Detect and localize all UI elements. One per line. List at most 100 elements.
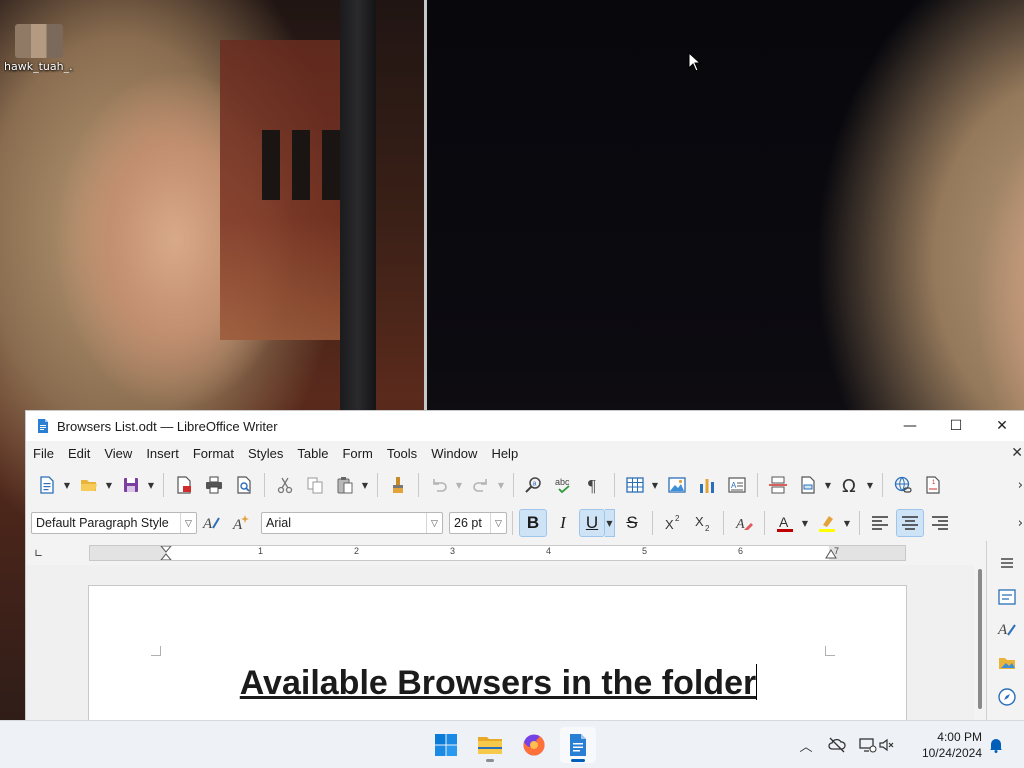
ruler-left-margin [90,546,166,560]
new-style-button[interactable]: A [228,509,256,537]
paragraph-style-combo[interactable]: Default Paragraph Style ▽ [31,512,197,534]
menu-view[interactable]: View [97,446,139,461]
align-left-button[interactable] [866,509,894,537]
close-document-icon[interactable]: ✕ [1011,445,1023,461]
menu-file[interactable]: File [26,446,61,461]
spelling-button[interactable]: abc [550,471,578,499]
close-button[interactable]: ✕ [979,411,1024,441]
menu-window[interactable]: Window [424,446,484,461]
chevron-down-icon[interactable]: ▽ [490,513,506,533]
insert-footnote-button[interactable]: 1 [919,471,947,499]
insert-image-button[interactable] [663,471,691,499]
sidebar-navigator-button[interactable] [995,685,1019,709]
special-character-dropdown-icon[interactable]: ▼ [865,481,875,490]
menu-tools[interactable]: Tools [380,446,424,461]
new-document-dropdown-icon[interactable]: ▼ [62,481,72,490]
sidebar-menu-button[interactable] [995,551,1019,575]
insert-hyperlink-button[interactable] [889,471,917,499]
desktop-file-icon[interactable]: hawk_tuah_... [4,24,74,73]
underline-dropdown-icon[interactable]: ▼ [605,509,615,537]
bold-button[interactable]: B [519,509,547,537]
toolbar-overflow-icon[interactable]: › [1018,478,1023,493]
undo-dropdown-icon[interactable]: ▼ [454,481,464,490]
right-indent-marker-icon[interactable] [825,548,837,560]
highlight-color-button[interactable] [813,509,841,537]
scrollbar-thumb[interactable] [978,569,982,709]
taskbar-clock[interactable]: 4:00 PM 10/24/2024 [922,729,982,761]
left-indent-marker-icon[interactable] [160,546,172,560]
redo-dropdown-icon[interactable]: ▼ [496,481,506,490]
minimize-button[interactable]: — [887,411,933,441]
file-explorer-taskbar-button[interactable] [472,727,508,763]
maximize-button[interactable]: ☐ [933,411,979,441]
highlight-dropdown-icon[interactable]: ▼ [842,519,852,528]
toolbar-overflow-icon[interactable]: › [1018,516,1023,531]
formatting-marks-button[interactable]: ¶ [580,471,608,499]
show-hidden-icons-chevron-up-icon[interactable]: ︿ [796,736,816,755]
redo-button[interactable] [467,471,495,499]
firefox-taskbar-button[interactable] [516,727,552,763]
open-button[interactable] [75,471,103,499]
update-style-button[interactable]: A [198,509,226,537]
print-preview-button[interactable] [230,471,258,499]
horizontal-ruler[interactable]: 1 2 3 4 5 6 7 [89,545,906,561]
insert-textbox-button[interactable]: A [723,471,751,499]
sidebar-styles-button[interactable]: A [995,617,1019,641]
open-dropdown-icon[interactable]: ▼ [104,481,114,490]
notifications-button[interactable] [988,737,1004,756]
font-name-combo[interactable]: Arial ▽ [261,512,443,534]
save-dropdown-icon[interactable]: ▼ [146,481,156,490]
menu-form[interactable]: Form [335,446,379,461]
insert-chart-button[interactable] [693,471,721,499]
tab-stop-selector-icon[interactable]: ∟ [34,547,43,560]
strikethrough-button[interactable]: S [618,509,646,537]
formatting-toolbar: Default Paragraph Style ▽ A A Arial ▽ 26… [26,505,1024,541]
cut-button[interactable] [271,471,299,499]
align-center-button[interactable] [896,509,924,537]
copy-button[interactable] [301,471,329,499]
new-document-button[interactable] [33,471,61,499]
chevron-down-icon[interactable]: ▽ [426,513,442,533]
network-icon[interactable] [858,736,878,754]
insert-table-button[interactable] [621,471,649,499]
menu-edit[interactable]: Edit [61,446,97,461]
sidebar-gallery-button[interactable] [995,651,1019,675]
insert-page-break-button[interactable] [764,471,792,499]
document-page[interactable]: Available Browsers in the folder [88,585,907,720]
font-color-button[interactable]: A [771,509,799,537]
window-titlebar[interactable]: Browsers List.odt — LibreOffice Writer —… [26,411,1024,441]
align-right-button[interactable] [926,509,954,537]
underline-button[interactable]: U [579,509,605,537]
menu-table[interactable]: Table [290,446,335,461]
table-dropdown-icon[interactable]: ▼ [650,481,660,490]
superscript-button[interactable]: X2 [659,509,687,537]
insert-field-button[interactable] [794,471,822,499]
undo-button[interactable] [425,471,453,499]
menu-insert[interactable]: Insert [139,446,186,461]
font-color-dropdown-icon[interactable]: ▼ [800,519,810,528]
find-replace-button[interactable]: a [520,471,548,499]
font-size-combo[interactable]: 26 pt ▽ [449,512,507,534]
libreoffice-writer-taskbar-button[interactable] [560,727,596,763]
sidebar-properties-button[interactable] [995,585,1019,609]
print-button[interactable] [200,471,228,499]
clone-formatting-button[interactable] [384,471,412,499]
menu-styles[interactable]: Styles [241,446,290,461]
insert-special-character-button[interactable]: Ω [836,471,864,499]
export-pdf-button[interactable] [170,471,198,499]
save-button[interactable] [117,471,145,499]
field-dropdown-icon[interactable]: ▼ [823,481,833,490]
start-button[interactable] [428,727,464,763]
italic-button[interactable]: I [549,509,577,537]
volume-muted-icon[interactable] [878,736,894,754]
paste-button[interactable] [331,471,359,499]
document-heading[interactable]: Available Browsers in the folder [89,664,908,703]
chevron-down-icon[interactable]: ▽ [180,513,196,533]
vertical-scrollbar[interactable] [974,559,986,720]
clear-formatting-button[interactable]: A [730,509,758,537]
paste-dropdown-icon[interactable]: ▼ [360,481,370,490]
subscript-button[interactable]: X2 [689,509,717,537]
onedrive-offline-icon[interactable] [828,736,846,754]
menu-help[interactable]: Help [484,446,525,461]
menu-format[interactable]: Format [186,446,241,461]
